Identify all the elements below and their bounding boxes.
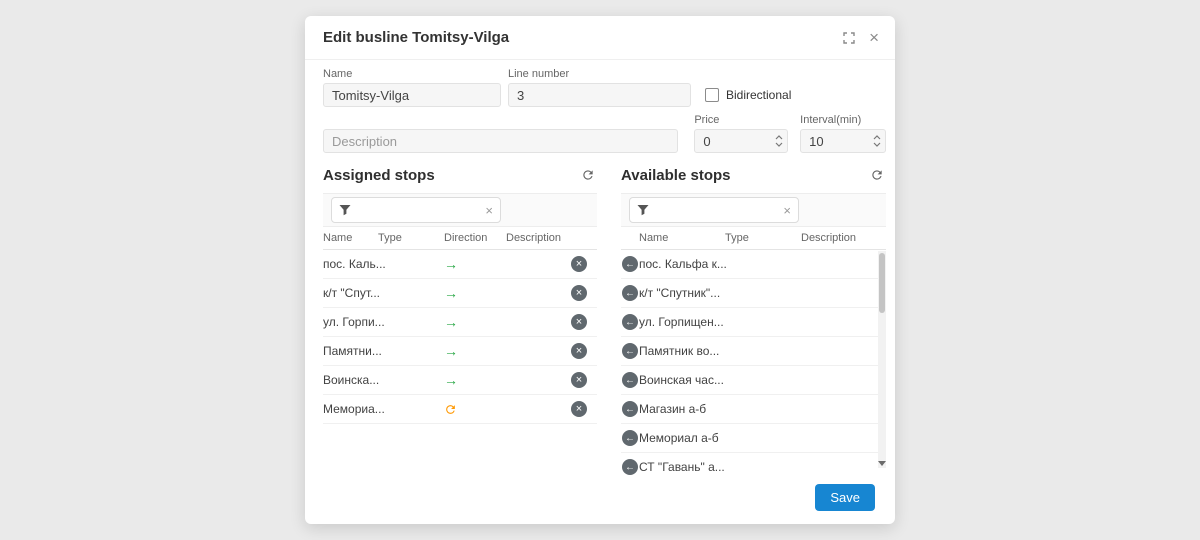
direction-forward-icon: → [444,256,506,272]
interval-spinner[interactable] [873,134,881,148]
filter-icon [637,204,649,216]
clear-filter-icon[interactable]: × [783,204,791,217]
remove-stop-button[interactable]: × [571,285,587,301]
dialog-footer: Save [305,476,895,524]
table-row: ←Воинская час... [621,366,886,395]
assigned-stops-panel: Assigned stops × Name [323,157,597,476]
scrollbar-thumb[interactable] [879,253,885,313]
assigned-filter-toolbar: × [323,193,597,227]
maximize-icon[interactable] [843,32,855,44]
price-label: Price [694,114,788,126]
remove-stop-button[interactable]: × [571,343,587,359]
table-row: ←ул. Горпищен... [621,308,886,337]
direction-forward-icon: → [444,372,506,388]
direction-forward-icon: → [444,343,506,359]
name-input[interactable] [323,83,501,107]
table-row: Мемориа... × [323,395,597,424]
price-input[interactable] [694,129,788,153]
direction-both-icon [444,403,506,416]
assigned-table-header: Name Type Direction Description [323,227,597,250]
add-stop-button[interactable]: ← [622,401,638,417]
available-filter-toolbar: × [621,193,886,227]
stop-name: Воинска... [323,373,378,387]
remove-stop-button[interactable]: × [571,314,587,330]
stop-name: пос. Кальфа к... [639,257,725,271]
line-number-label: Line number [508,68,691,80]
available-table-header: Name Type Description [621,227,886,250]
refresh-available-icon[interactable] [870,168,886,182]
filter-icon [339,204,351,216]
add-stop-button[interactable]: ← [622,372,638,388]
table-row: ←Памятник во... [621,337,886,366]
remove-stop-button[interactable]: × [571,256,587,272]
add-stop-button[interactable]: ← [622,343,638,359]
add-stop-button[interactable]: ← [622,256,638,272]
assigned-filter-input[interactable] [355,203,481,217]
interval-label: Interval(min) [800,114,886,126]
direction-forward-icon: → [444,285,506,301]
add-stop-button[interactable]: ← [622,459,638,475]
available-filter-input[interactable] [653,203,779,217]
add-stop-button[interactable]: ← [622,314,638,330]
column-header-type: Type [725,232,801,244]
bidirectional-label: Bidirectional [726,88,791,102]
available-rows: ←пос. Кальфа к...←к/т "Спутник"...←ул. Г… [621,250,886,476]
table-row: ←к/т "Спутник"... [621,279,886,308]
table-row: ←пос. Кальфа к... [621,250,886,279]
assigned-rows: пос. Каль...→×к/т "Спут...→×ул. Горпи...… [323,250,597,476]
table-row: к/т "Спут... → × [323,279,597,308]
desktop-background: Edit busline Tomitsy-Vilga × Name Line n… [0,0,1200,540]
dialog-title: Edit busline Tomitsy-Vilga [323,29,829,46]
table-row: ул. Горпи... → × [323,308,597,337]
stop-name: Памятник во... [639,344,725,358]
stop-name: Памятни... [323,344,378,358]
price-spinner[interactable] [775,134,783,148]
busline-form: Name Line number Bidirectional Price [305,60,895,153]
name-label: Name [323,68,501,80]
stop-name: к/т "Спутник"... [639,286,725,300]
table-row: ←СТ "Гавань" а... [621,453,886,476]
save-button[interactable]: Save [815,484,875,511]
remove-stop-button[interactable]: × [571,401,587,417]
scrollbar[interactable] [878,251,886,468]
column-header-direction: Direction [444,232,506,244]
column-header-name: Name [639,232,725,244]
table-row: Воинска... → × [323,366,597,395]
column-header-name: Name [323,232,378,244]
dialog-header: Edit busline Tomitsy-Vilga × [305,16,895,60]
table-row: ←Магазин а-б [621,395,886,424]
column-header-description: Description [801,232,886,244]
available-stops-panel: Available stops × Na [621,157,886,476]
direction-forward-icon: → [444,314,506,330]
stop-name: Магазин а-б [639,402,725,416]
edit-busline-dialog: Edit busline Tomitsy-Vilga × Name Line n… [305,16,895,524]
stop-name: Мемориа... [323,402,378,416]
close-icon[interactable]: × [869,29,879,46]
assigned-stops-title: Assigned stops [323,167,435,184]
add-stop-button[interactable]: ← [622,285,638,301]
stop-name: Мемориал а-б [639,431,725,445]
table-row: пос. Каль... → × [323,250,597,279]
table-row: Памятни... → × [323,337,597,366]
refresh-assigned-icon[interactable] [581,168,597,182]
scroll-down-icon[interactable] [878,461,886,466]
table-row: ←Мемориал а-б [621,424,886,453]
stop-name: ул. Горпищен... [639,315,725,329]
bidirectional-checkbox[interactable] [705,88,719,102]
add-stop-button[interactable]: ← [622,430,638,446]
column-header-description: Description [506,232,571,244]
line-number-input[interactable] [508,83,691,107]
stop-name: пос. Каль... [323,257,378,271]
stop-name: СТ "Гавань" а... [639,460,725,474]
stop-name: к/т "Спут... [323,286,378,300]
available-stops-title: Available stops [621,167,730,184]
stop-name: ул. Горпи... [323,315,378,329]
remove-stop-button[interactable]: × [571,372,587,388]
description-input[interactable] [323,129,678,153]
clear-filter-icon[interactable]: × [485,204,493,217]
column-header-type: Type [378,232,444,244]
stop-name: Воинская час... [639,373,725,387]
